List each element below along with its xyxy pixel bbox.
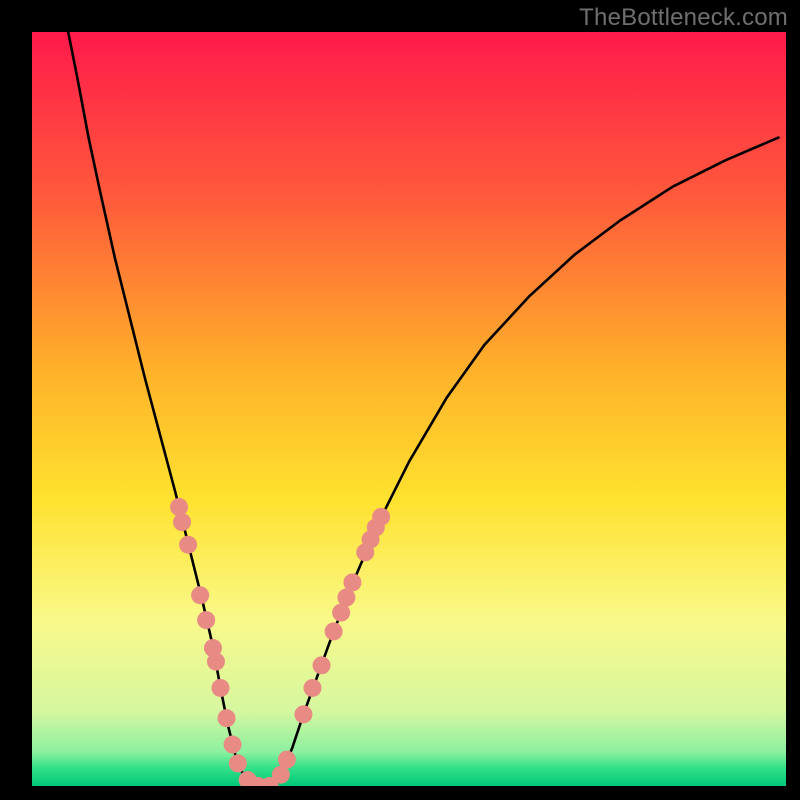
data-marker bbox=[224, 736, 242, 754]
data-marker bbox=[197, 611, 215, 629]
data-marker bbox=[343, 573, 361, 591]
data-marker bbox=[278, 751, 296, 769]
chart-stage: TheBottleneck.com bbox=[0, 0, 800, 800]
data-marker bbox=[179, 536, 197, 554]
gradient-background bbox=[32, 32, 786, 786]
data-marker bbox=[207, 653, 225, 671]
data-marker bbox=[170, 498, 188, 516]
data-marker bbox=[218, 709, 236, 727]
chart-svg bbox=[0, 0, 800, 800]
data-marker bbox=[294, 705, 312, 723]
watermark-text: TheBottleneck.com bbox=[579, 4, 788, 32]
data-marker bbox=[191, 586, 209, 604]
data-marker bbox=[212, 679, 230, 697]
data-marker bbox=[173, 513, 191, 531]
data-marker bbox=[372, 508, 390, 526]
data-marker bbox=[303, 679, 321, 697]
data-marker bbox=[313, 656, 331, 674]
data-marker bbox=[229, 754, 247, 772]
data-marker bbox=[325, 622, 343, 640]
